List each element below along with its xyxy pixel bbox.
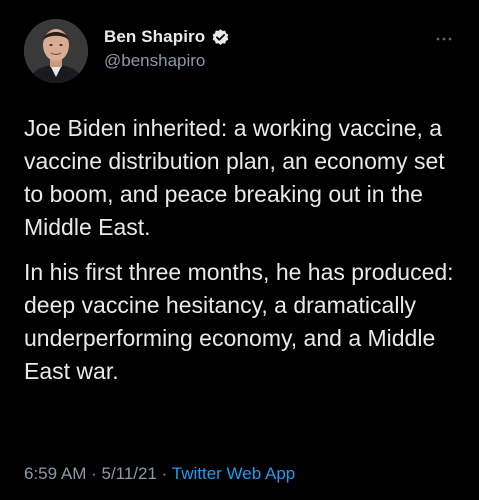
tweet-paragraph: In his first three months, he has produc… [24,259,454,384]
author-handle[interactable]: @benshapiro [104,51,230,71]
tweet-meta: 6:59 AM · 5/11/21 · Twitter Web App [24,464,295,484]
avatar[interactable] [24,19,88,83]
tweet-card: Ben Shapiro @benshapiro Joe Biden inheri… [0,0,479,500]
tweet-paragraph: Joe Biden inherited: a working vaccine, … [24,115,445,240]
tweet-time[interactable]: 6:59 AM [24,464,86,483]
more-options-icon[interactable] [435,30,453,41]
verified-badge-icon [211,28,230,47]
tweet-date[interactable]: 5/11/21 [101,464,156,483]
meta-separator: · [156,464,172,483]
tweet-source[interactable]: Twitter Web App [172,464,295,483]
avatar-image [24,19,88,83]
author-display-name[interactable]: Ben Shapiro [104,27,205,47]
author-block: Ben Shapiro @benshapiro [104,26,230,71]
meta-separator: · [86,464,102,483]
author-name-row: Ben Shapiro [104,26,230,48]
tweet-text: Joe Biden inherited: a working vaccine, … [24,112,464,388]
